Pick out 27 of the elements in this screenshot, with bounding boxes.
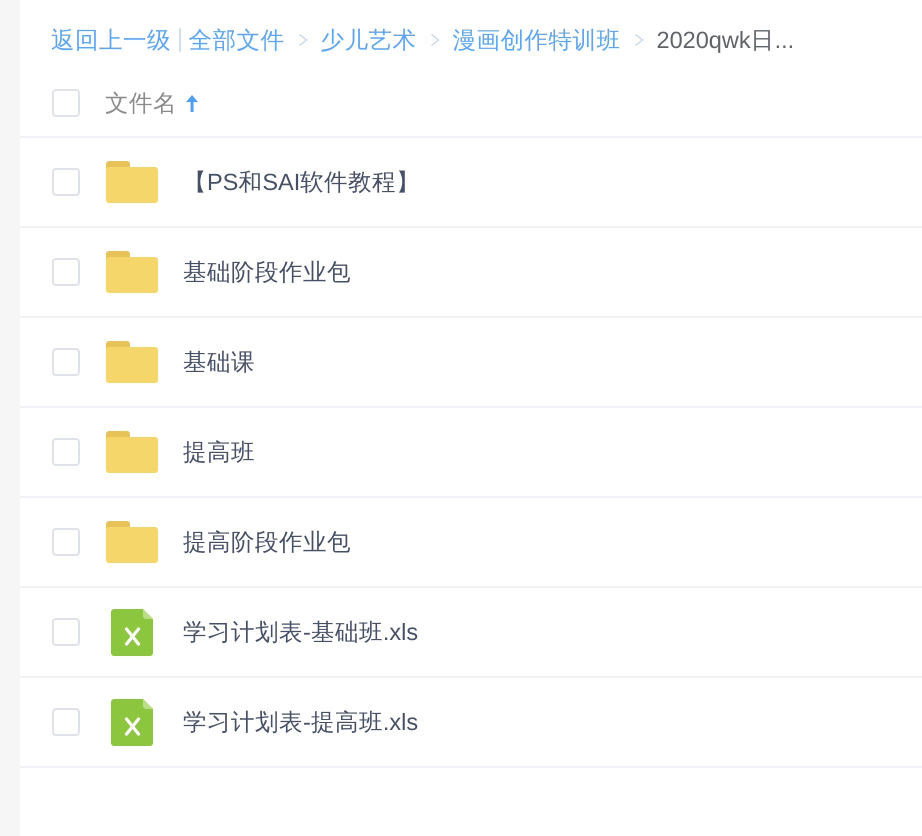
spreadsheet-file-icon <box>111 608 153 656</box>
chevron-right-icon <box>430 33 440 47</box>
file-name[interactable]: 基础阶段作业包 <box>183 256 351 288</box>
checkbox[interactable] <box>52 708 80 736</box>
checkbox[interactable] <box>52 348 80 376</box>
checkbox[interactable] <box>52 438 80 466</box>
folder-icon <box>106 521 158 563</box>
file-name[interactable]: 学习计划表-提高班.xls <box>183 706 418 738</box>
file-name[interactable]: 提高班 <box>183 436 255 468</box>
folder-icon <box>106 251 158 293</box>
folder-icon <box>106 341 158 383</box>
file-name[interactable]: 提高阶段作业包 <box>183 526 351 558</box>
folder-icon <box>106 431 158 473</box>
chevron-right-icon <box>634 33 644 47</box>
checkbox[interactable] <box>52 528 80 556</box>
checkbox[interactable] <box>52 618 80 646</box>
arrow-up-icon[interactable] <box>185 94 199 112</box>
file-name[interactable]: 基础课 <box>183 346 255 378</box>
folder-icon <box>106 161 158 203</box>
file-name[interactable]: 【PS和SAI软件教程】 <box>183 166 420 198</box>
checkbox[interactable] <box>52 168 80 196</box>
breadcrumb-current: 2020qwk日... <box>656 26 794 55</box>
spreadsheet-file-icon <box>111 698 153 746</box>
file-name[interactable]: 学习计划表-基础班.xls <box>183 616 418 648</box>
chevron-right-icon <box>298 33 308 47</box>
checkbox[interactable] <box>52 89 80 117</box>
checkbox[interactable] <box>52 258 80 286</box>
